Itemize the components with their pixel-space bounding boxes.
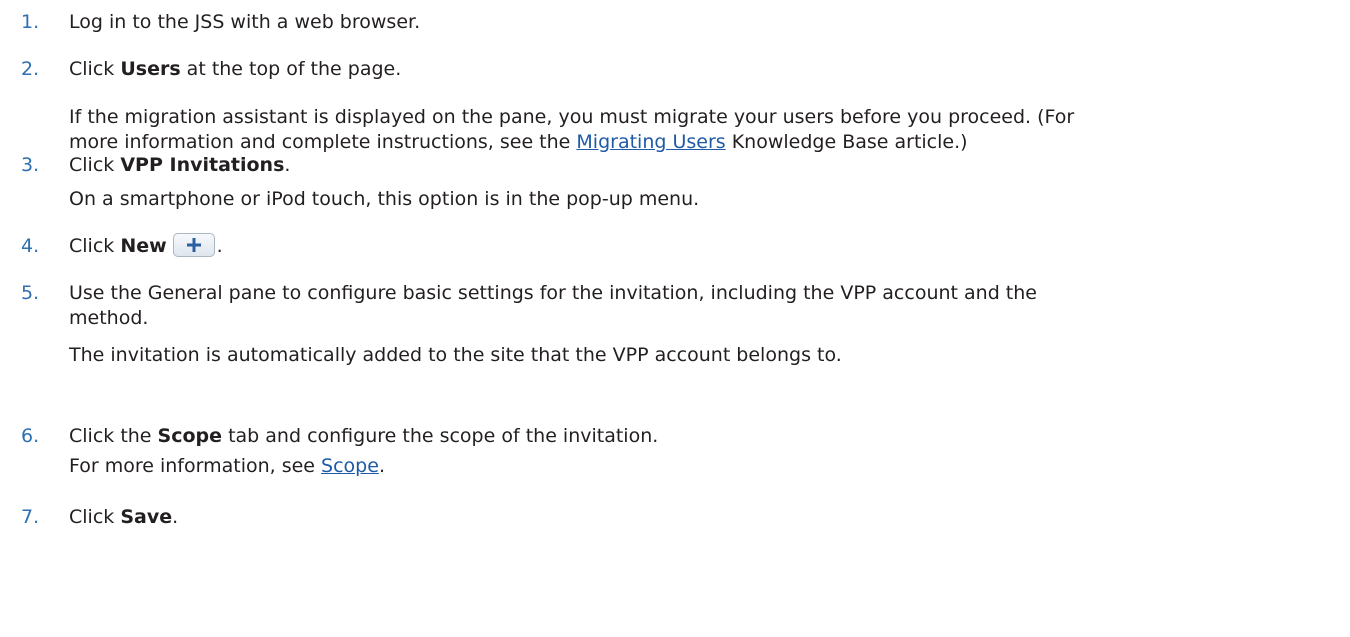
step-text-post: . [216,235,223,257]
step-text-pre: Click [69,235,121,257]
step-number: 5. [21,282,40,304]
step-text-line-1: Use the General pane to configure basic … [69,282,1037,304]
plus-icon [186,237,201,252]
step-number: 4. [21,235,40,257]
step-text-pre: Click [69,506,121,528]
step-text-post: tab and configure the scope of the invit… [222,425,659,447]
step-text-post: . [284,154,291,176]
step-text-line-2: method. [69,307,149,329]
scope-link[interactable]: Scope [321,455,379,477]
step-text: Log in to the JSS with a web browser. [69,11,421,33]
migrating-users-link[interactable]: Migrating Users [576,131,725,153]
ui-term-new: New [120,235,167,257]
step-text: Click VPP Invitations. [69,153,290,177]
note-text-post: . [378,455,385,477]
step-text-post: at the top of the page. [180,58,402,80]
step-number: 3. [21,154,40,176]
step-note: For more information, see Scope. [69,454,385,478]
step-text-pre: Click [69,154,121,176]
step-note: The invitation is automatically added to… [69,344,842,366]
step-text: Click New. [69,232,223,259]
step-number: 1. [21,11,40,33]
step-note: On a smartphone or iPod touch, this opti… [69,188,700,210]
ui-term-users: Users [120,58,181,80]
step-text: Click the Scope tab and configure the sc… [69,424,658,448]
step-text: Click Users at the top of the page. [69,57,401,81]
step-number: 2. [21,58,40,80]
note-text-pre: For more information, see [69,455,322,477]
new-button[interactable] [172,232,215,257]
step-text-pre: Click [69,58,121,80]
step-note-line-1: If the migration assistant is displayed … [69,106,1075,128]
step-text-post: . [172,506,179,528]
ui-term-save: Save [120,506,173,528]
step-number: 7. [21,506,40,528]
step-note-line-2: more information and complete instructio… [69,130,968,154]
step-number: 6. [21,425,40,447]
step-text: Click Save. [69,505,178,529]
step-text-pre: Click the [69,425,158,447]
note-text-post: Knowledge Base article.) [725,131,968,153]
ui-term-scope: Scope [157,425,223,447]
note-text-pre: more information and complete instructio… [69,131,577,153]
ui-term-vpp-invitations: VPP Invitations [120,154,285,176]
instruction-page: 1. Log in to the JSS with a web browser.… [0,0,1350,637]
